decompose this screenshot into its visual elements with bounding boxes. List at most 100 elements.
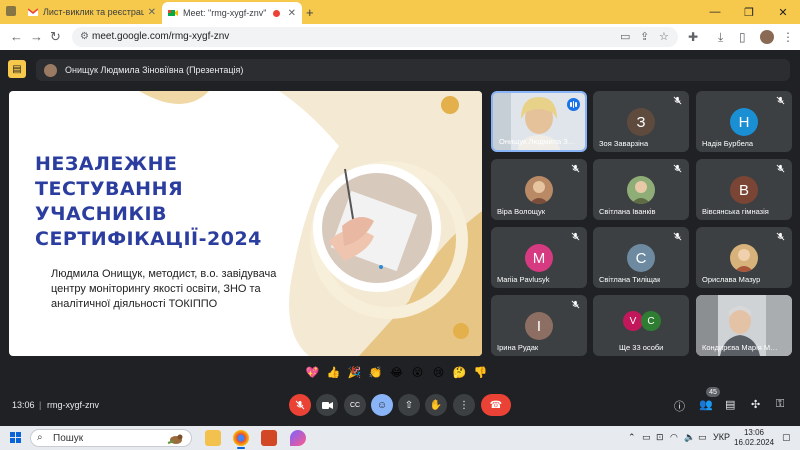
forward-icon[interactable]: → <box>30 29 43 44</box>
slide-author: Людмила Онищук, методист, в.о. завідувач… <box>51 267 301 312</box>
clock-time: 13:06 <box>743 428 765 437</box>
reaction-heart-button[interactable]: 💖 <box>304 364 321 381</box>
camera-off-icon <box>321 401 333 409</box>
tab-close-icon[interactable]: ✕ <box>148 7 156 18</box>
participant-name: Вівсянська гімназія <box>702 207 769 216</box>
present-button[interactable]: ⇧ <box>398 394 420 416</box>
participant-tile[interactable]: В Вівсянська гімназія <box>696 159 792 220</box>
mic-off-icon <box>776 232 785 241</box>
mic-off-icon <box>571 300 580 309</box>
reaction-thinking-button[interactable]: 🤔 <box>451 364 468 381</box>
volume-icon[interactable]: 🔈 <box>684 432 695 443</box>
people-icon[interactable]: 👥 <box>699 398 713 411</box>
participant-name: Кондирєва Марія М… <box>702 343 778 352</box>
participant-tile[interactable]: Віра Волощук <box>491 159 587 220</box>
clock-date: 16.02.2024 <box>734 438 775 447</box>
url-text: meet.google.com/rmg-xygf-znv <box>92 31 230 42</box>
site-info-icon[interactable]: ⚙ <box>80 31 89 42</box>
extensions-icon[interactable]: ✚ <box>688 30 698 44</box>
participant-tile[interactable]: Онищук Людмила З… <box>491 91 587 152</box>
windows-start-icon[interactable] <box>10 432 21 443</box>
participant-tile[interactable]: Орислава Мазур <box>696 227 792 288</box>
reaction-thumbs-up-button[interactable]: 👍 <box>325 364 342 381</box>
side-panel-icon[interactable]: ▯ <box>739 30 746 44</box>
present-screen-icon: ⇧ <box>404 399 414 411</box>
reaction-party-button[interactable]: 🎉 <box>346 364 363 381</box>
wifi-icon[interactable]: ◠ <box>670 432 678 443</box>
mic-off-icon <box>571 164 580 173</box>
participant-avatar: Н <box>730 108 758 136</box>
reaction-sad-button[interactable]: 😢 <box>430 364 447 381</box>
taskbar-search[interactable]: ⌕ Пошук <box>30 429 192 447</box>
participant-tile[interactable]: Кондирєва Марія М… <box>696 295 792 356</box>
notifications-icon[interactable]: ▢ <box>782 432 791 443</box>
meet-tray-icon[interactable]: ▭ <box>642 432 651 443</box>
tab-registration[interactable]: Лист-виклик та реєстрація ф… ✕ <box>22 2 162 22</box>
more-participants-label: Ще 33 особи <box>619 343 664 352</box>
powerpoint-icon[interactable] <box>261 430 277 446</box>
chrome-menu-icon[interactable]: ⋮ <box>782 30 794 44</box>
back-icon[interactable]: ← <box>10 29 23 44</box>
slide-title: НЕЗАЛЕЖНЕ ТЕСТУВАННЯ УЧАСНИКІВ СЕРТИФІКА… <box>35 152 295 252</box>
raise-hand-button[interactable]: ✋ <box>425 394 447 416</box>
profile-avatar[interactable] <box>760 30 774 44</box>
reaction-thumbs-down-button[interactable]: 👎 <box>472 364 489 381</box>
chat-icon[interactable]: ▤ <box>725 398 735 411</box>
mic-toggle-button[interactable] <box>289 394 311 416</box>
search-placeholder: Пошук <box>53 433 84 444</box>
participant-tile[interactable]: С Світлана Тиліщак <box>593 227 689 288</box>
reaction-clap-button[interactable]: 👏 <box>367 364 384 381</box>
participant-avatar: C <box>641 311 661 331</box>
presentation-icon[interactable]: ▤ <box>8 60 26 78</box>
participant-name: Зоя Заварзіна <box>599 139 649 148</box>
captions-button[interactable]: CC <box>344 394 366 416</box>
participant-name: Орислава Мазур <box>702 275 761 284</box>
reaction-surprised-button[interactable]: 😮 <box>409 364 426 381</box>
tray-arrow-icon[interactable]: ⌃ <box>628 432 636 443</box>
participant-tile[interactable]: M Mariia Pavlusyk <box>491 227 587 288</box>
participant-tile[interactable]: І Ірина Рудак <box>491 295 587 356</box>
slide-author-line: Людмила Онищук, методист, в.о. завідувач… <box>51 268 277 280</box>
activities-icon[interactable]: ✣ <box>751 398 760 411</box>
system-clock[interactable]: 13:06 16.02.2024 <box>734 428 774 448</box>
address-bar[interactable]: ⚙ meet.google.com/rmg-xygf-znv ▭ ⇪ ☆ <box>72 27 678 47</box>
tab-meet[interactable]: Meet: "rmg-xygf-znv" ✕ <box>162 2 302 24</box>
leave-call-button[interactable]: ☎ <box>481 394 511 416</box>
tab-search-icon[interactable] <box>6 6 16 16</box>
participant-tile[interactable]: Н Надія Бурбела <box>696 91 792 152</box>
reaction-laugh-button[interactable]: 😂 <box>388 364 405 381</box>
shared-presentation-slide: НЕЗАЛЕЖНЕ ТЕСТУВАННЯ УЧАСНИКІВ СЕРТИФІКА… <box>9 91 482 356</box>
tab-close-icon[interactable]: ✕ <box>288 8 296 19</box>
app-icon[interactable] <box>290 430 306 446</box>
participant-tile[interactable]: З Зоя Заварзіна <box>593 91 689 152</box>
bookmark-star-icon[interactable]: ☆ <box>659 30 669 43</box>
participant-tile[interactable]: Світлана Іванків <box>593 159 689 220</box>
file-explorer-icon[interactable] <box>205 430 221 446</box>
info-icon[interactable]: ⓘ <box>674 398 685 414</box>
network-tray-icon[interactable]: ⊡ <box>656 432 664 443</box>
participant-photo <box>730 244 758 272</box>
windows-taskbar: ⌕ Пошук ⌃ ▭ ⊡ ◠ 🔈 ▭ УКР 13:06 16.02.2024… <box>0 426 800 450</box>
language-indicator[interactable]: УКР <box>713 432 730 442</box>
camera-toggle-button[interactable] <box>316 394 338 416</box>
reload-icon[interactable]: ↻ <box>50 29 61 45</box>
more-options-button[interactable]: ⋮ <box>453 394 475 416</box>
minimize-icon[interactable]: — <box>698 0 732 24</box>
new-tab-icon[interactable]: + <box>306 5 314 20</box>
participant-avatar: M <box>525 244 553 272</box>
window-close-icon[interactable]: ✕ <box>766 0 800 24</box>
downloads-icon[interactable]: ⤓ <box>718 30 723 45</box>
participant-name: Mariia Pavlusyk <box>497 275 550 284</box>
camera-icon[interactable]: ▭ <box>620 30 630 43</box>
battery-icon[interactable]: ▭ <box>698 432 707 443</box>
browser-toolbar: ← → ↻ ⚙ meet.google.com/rmg-xygf-znv ▭ ⇪… <box>0 24 800 50</box>
emoji-icon: ☺ <box>376 399 388 411</box>
meet-area: ▤ Онищук Людмила Зіновіївна (Презентація… <box>0 50 800 426</box>
more-participants-tile[interactable]: V C Ще 33 особи <box>593 295 689 356</box>
host-controls-icon[interactable]: ⚿ <box>776 398 784 411</box>
reactions-button[interactable]: ☺ <box>371 394 393 416</box>
maximize-icon[interactable]: ❐ <box>732 0 766 24</box>
slide-author-line: аналітичної діяльності ТОКІППО <box>51 298 218 310</box>
chrome-icon[interactable] <box>233 430 249 449</box>
share-icon[interactable]: ⇪ <box>640 30 649 43</box>
